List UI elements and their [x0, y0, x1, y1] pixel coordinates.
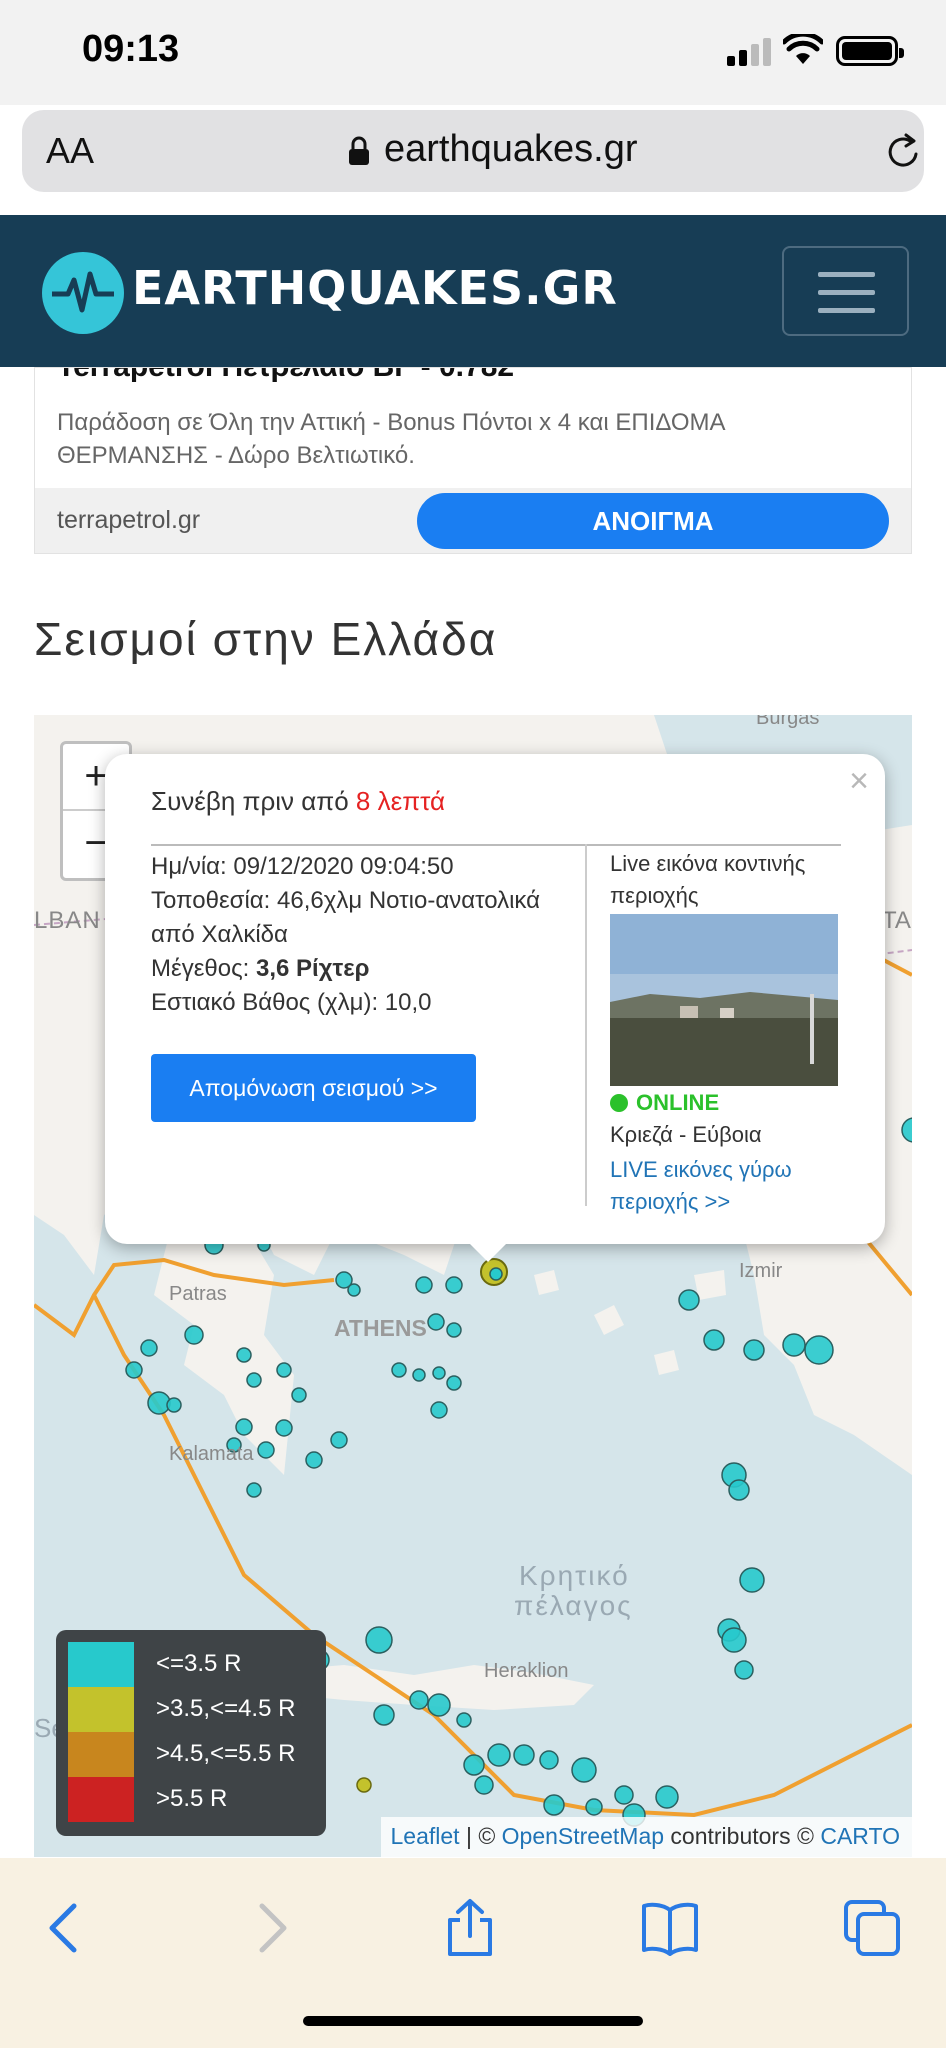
popup-depth: Εστιακό Βάθος (χλμ): 10,0 [151, 986, 571, 1020]
section-title: Σεισμοί στην Ελλάδα [34, 613, 498, 665]
attribution-sep: | © [459, 1823, 502, 1849]
camera-place: Κριεζά - Εύβοια [610, 1122, 762, 1147]
isolate-earthquake-button[interactable]: Απομόνωση σεισμού >> [151, 1054, 476, 1122]
ad-open-button[interactable]: ΑΝΟΙΓΜΑ [417, 493, 889, 549]
legend-label: >3.5,<=4.5 R [156, 1695, 296, 1722]
popup-occurred: Συνέβη πριν από 8 λεπτά [151, 786, 445, 817]
map-label-heraklion: Heraklion [484, 1660, 569, 1682]
map-label-athens: ATHENS [334, 1315, 427, 1341]
share-icon[interactable] [440, 1898, 500, 1958]
forward-icon[interactable] [240, 1898, 300, 1958]
popup-tip [464, 1238, 512, 1262]
map-label-alban: LBAN [34, 907, 101, 934]
popup-occurred-ago: 8 λεπτά [355, 786, 446, 816]
legend-label: >4.5,<=5.5 R [156, 1740, 296, 1767]
earthquake-marker [489, 1267, 503, 1281]
osm-link[interactable]: OpenStreetMap [502, 1823, 664, 1849]
popup-datetime: Ημ/νία: 09/12/2020 09:04:50 [151, 850, 571, 884]
map-label-burgas: Burgas [756, 715, 820, 729]
legend-swatch [68, 1642, 134, 1687]
map-label-patras: Patras [169, 1283, 227, 1305]
reload-icon[interactable] [884, 132, 924, 172]
status-time: 09:13 [82, 28, 180, 70]
attribution-text: contributors © [664, 1823, 821, 1849]
popup-details: Ημ/νία: 09/12/2020 09:04:50 Τοποθεσία: 4… [151, 850, 571, 1020]
aegean-island [534, 1270, 559, 1295]
popup-location: Τοποθεσία: 46,6χλμ Νοτιο-ανατολικά από Χ… [151, 884, 571, 952]
ad-footer: terrapetrol.gr ΑΝΟΙΓΜΑ [35, 488, 911, 553]
home-indicator[interactable] [303, 2016, 643, 2026]
camera-label: Live εικόνα κοντινής περιοχής [610, 851, 806, 908]
popup-column-divider [585, 844, 587, 1206]
earthquake-marker [356, 1777, 372, 1793]
ad-domain[interactable]: terrapetrol.gr [57, 506, 200, 535]
back-icon[interactable] [36, 1898, 96, 1958]
hamburger-menu-button[interactable] [782, 246, 909, 336]
online-label: ONLINE [636, 1090, 720, 1115]
popup-occurred-prefix: Συνέβη πριν από [151, 786, 349, 816]
site-logo-text[interactable]: EARTHQUAKES.GR [132, 261, 618, 315]
url-text[interactable]: earthquakes.gr [384, 128, 638, 171]
magnitude-value: 3,6 Ρίχτερ [256, 955, 370, 982]
carto-link[interactable]: CARTO [820, 1823, 900, 1849]
map-label-turk: TA [882, 907, 911, 934]
browser-toolbar [0, 1858, 946, 2048]
online-status: ONLINE [610, 1090, 719, 1116]
advertisement[interactable]: Terrapetrol Πετρέλαιο ΒΓ - 0.782 Παράδοσ… [34, 367, 912, 554]
online-dot-icon [610, 1094, 628, 1112]
tabs-icon[interactable] [842, 1898, 902, 1958]
legend-swatch [68, 1777, 134, 1822]
cellular-signal-icon [727, 38, 771, 66]
map-label-sea: Κρητικό [519, 1560, 630, 1591]
depth-label: Εστιακό Βάθος (χλμ): [151, 989, 379, 1016]
page: 09:13 AA earthquakes.gr EARTHQUAKES.GR Π… [0, 0, 946, 2048]
aegean-island [654, 1350, 679, 1375]
magnitude-label: Μέγεθος: [151, 955, 250, 982]
map-attribution: Leaflet | © OpenStreetMap contributors ©… [380, 1817, 912, 1857]
aegean-island [594, 1305, 624, 1335]
earthquake-popup: × Συνέβη πριν από 8 λεπτά Ημ/νία: 09/12/… [105, 754, 885, 1244]
location-label: Τοποθεσία: [151, 887, 271, 914]
seismograph-logo-icon[interactable] [42, 252, 124, 334]
legend-label: >5.5 R [156, 1785, 228, 1812]
popup-magnitude: Μέγεθος: 3,6 Ρίχτερ [151, 952, 571, 986]
map-label-sea: πέλαγος [514, 1590, 633, 1621]
datetime-value: 09/12/2020 09:04:50 [233, 853, 454, 880]
legend-label: <=3.5 R [156, 1650, 242, 1677]
lock-icon [349, 136, 369, 165]
map-label-kalamata: Kalamata [169, 1443, 254, 1465]
legend-swatch [68, 1732, 134, 1777]
battery-icon [836, 36, 904, 66]
address-bar[interactable]: AA earthquakes.gr [22, 110, 924, 192]
ad-title[interactable]: Terrapetrol Πετρέλαιο ΒΓ - 0.782 [57, 368, 514, 384]
leaflet-link[interactable]: Leaflet [391, 1823, 460, 1849]
text-size-button[interactable]: AA [46, 130, 94, 172]
datetime-label: Ημ/νία: [151, 853, 227, 880]
live-images-link[interactable]: LIVE εικόνες γύρω περιοχής >> [610, 1154, 850, 1218]
popup-close-button[interactable]: × [849, 762, 869, 801]
ad-description: Παράδοση σε Όλη την Αττική - Bonus Πόντο… [57, 409, 725, 469]
magnitude-legend: <=3.5 R >3.5,<=4.5 R >4.5,<=5.5 R >5.5 R [56, 1630, 326, 1836]
popup-divider [151, 844, 841, 846]
wifi-icon [783, 34, 823, 64]
status-bar: 09:13 [0, 0, 946, 105]
legend-swatch [68, 1687, 134, 1732]
aegean-island [694, 1270, 726, 1300]
depth-value: 10,0 [384, 989, 432, 1016]
site-header: EARTHQUAKES.GR [0, 215, 946, 367]
bookmarks-icon[interactable] [640, 1898, 700, 1958]
map-label-izmir: Izmir [739, 1260, 783, 1282]
live-camera-image[interactable] [610, 914, 838, 1086]
